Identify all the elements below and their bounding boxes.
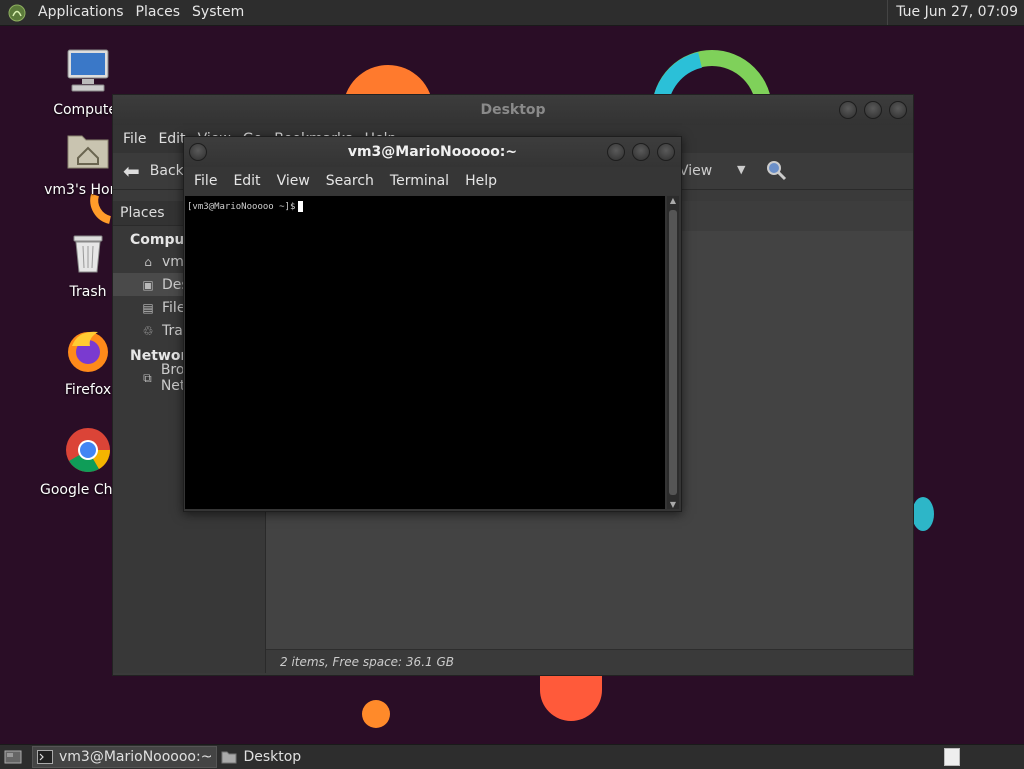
text-cursor — [298, 201, 304, 212]
terminal-scrollbar[interactable]: ▲ ▼ — [667, 196, 679, 509]
menu-file[interactable]: File — [188, 173, 223, 189]
minimize-button[interactable] — [607, 143, 625, 161]
maximize-button[interactable] — [864, 101, 882, 119]
menu-view[interactable]: View — [271, 173, 316, 189]
places-menu[interactable]: Places — [130, 0, 187, 25]
menu-file[interactable]: File — [117, 131, 152, 147]
taskbar-item-terminal[interactable]: vm3@MarioNooooo:~ — [32, 746, 218, 768]
arrow-left-icon: ⬅ — [123, 159, 140, 183]
close-button[interactable] — [657, 143, 675, 161]
scroll-up-icon[interactable]: ▲ — [669, 196, 677, 205]
terminal-titlebar[interactable]: vm3@MarioNooooo:~ — [184, 137, 681, 167]
file-manager-titlebar[interactable]: Desktop — [113, 95, 913, 125]
close-button[interactable] — [889, 101, 907, 119]
taskbar-item-desktop[interactable]: Desktop — [217, 747, 305, 767]
top-panel: Applications Places System Tue Jun 27, 0… — [0, 0, 1024, 26]
applications-menu[interactable]: Applications — [32, 0, 130, 25]
scrollbar-thumb[interactable] — [669, 210, 677, 495]
terminal-icon — [37, 750, 53, 764]
menu-search[interactable]: Search — [320, 173, 380, 189]
chevron-down-icon[interactable]: ▼ — [737, 163, 745, 176]
desktop-icon: ▣ — [142, 277, 154, 292]
view-selector[interactable]: View — [679, 163, 712, 179]
workspace-switcher[interactable] — [944, 748, 960, 766]
firefox-icon — [68, 331, 108, 372]
distro-logo-icon[interactable] — [8, 4, 26, 22]
show-desktop-icon[interactable] — [4, 749, 22, 765]
taskbar-item-label: Desktop — [243, 749, 302, 765]
terminal-screen[interactable]: [vm3@MarioNooooo ~]$ — [185, 196, 665, 509]
status-bar: 2 items, Free space: 36.1 GB — [266, 649, 913, 675]
scroll-down-icon[interactable]: ▼ — [669, 500, 677, 509]
menu-help[interactable]: Help — [459, 173, 503, 189]
trash-icon: ♲ — [142, 323, 154, 338]
back-button[interactable]: ⬅ Back — [113, 159, 184, 183]
home-icon: ⌂ — [144, 254, 152, 269]
home-folder-icon — [67, 135, 109, 169]
folder-icon — [221, 751, 237, 764]
trash-icon — [73, 235, 103, 273]
bottom-panel: vm3@MarioNooooo:~ Desktop — [0, 744, 1024, 769]
terminal-window: vm3@MarioNooooo:~ File Edit View Search … — [183, 136, 682, 512]
network-icon: ⧉ — [143, 370, 152, 385]
shell-prompt: [vm3@MarioNooooo ~]$ — [187, 201, 296, 212]
system-menu[interactable]: System — [186, 0, 250, 25]
menu-terminal[interactable]: Terminal — [384, 173, 455, 189]
chrome-icon — [66, 428, 110, 472]
drive-icon: ▤ — [142, 300, 154, 315]
status-text: 2 items, Free space: 36.1 GB — [280, 655, 454, 669]
taskbar-item-label: vm3@MarioNooooo:~ — [59, 749, 213, 765]
menu-edit[interactable]: Edit — [227, 173, 266, 189]
back-label: Back — [149, 163, 184, 179]
terminal-prompt-line: [vm3@MarioNooooo ~]$ — [185, 196, 665, 217]
maximize-button[interactable] — [632, 143, 650, 161]
window-menu-button[interactable] — [189, 143, 207, 161]
clock[interactable]: Tue Jun 27, 07:09 — [887, 0, 1018, 25]
computer-icon — [67, 49, 109, 92]
terminal-menubar: File Edit View Search Terminal Help — [184, 167, 681, 195]
minimize-button[interactable] — [839, 101, 857, 119]
window-title: vm3@MarioNooooo:~ — [347, 144, 518, 160]
search-icon[interactable] — [765, 159, 787, 181]
window-title: Desktop — [480, 102, 546, 118]
